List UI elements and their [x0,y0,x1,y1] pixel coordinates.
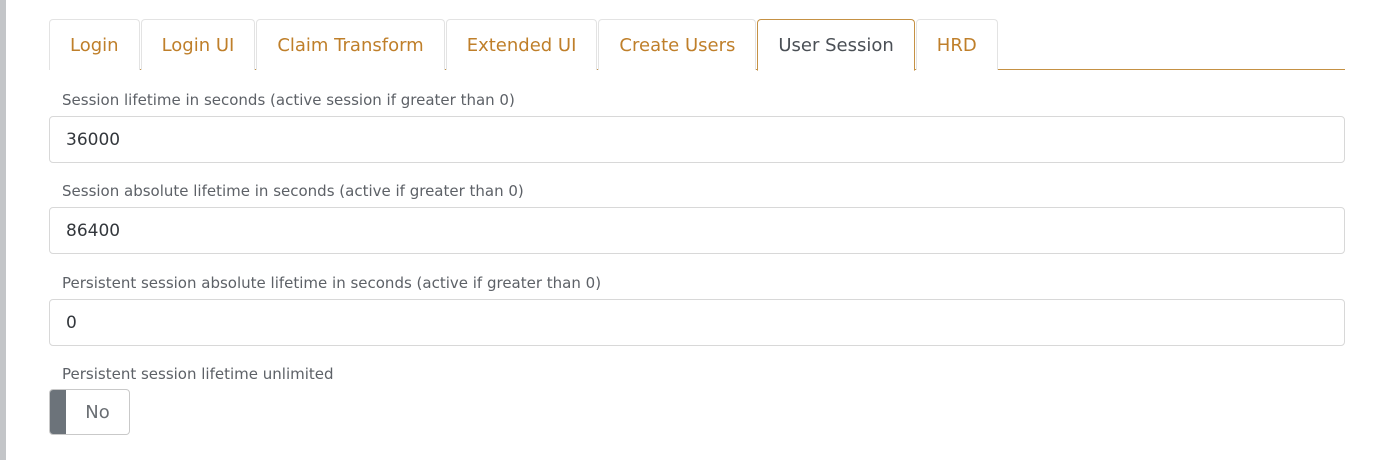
persistent-unlimited-toggle[interactable]: No [49,389,130,435]
toggle-state-label: No [85,401,110,423]
toggle-knob [50,390,66,434]
tab-hrd[interactable]: HRD [915,19,998,70]
session-lifetime-label: Session lifetime in seconds (active sess… [62,91,515,109]
tab-create-users[interactable]: Create Users [598,19,757,70]
user-session-settings-panel: Login Login UI Claim Transform Extended … [49,19,1345,435]
persistent-absolute-lifetime-group: Persistent session absolute lifetime in … [49,272,1345,346]
tab-login[interactable]: Login [49,19,140,70]
tab-user-session[interactable]: User Session [757,19,915,71]
window-frame-edge [0,0,6,460]
persistent-absolute-lifetime-label: Persistent session absolute lifetime in … [62,274,602,292]
tab-claim-transform[interactable]: Claim Transform [256,19,445,70]
tab-extended-ui[interactable]: Extended UI [445,19,598,70]
persistent-absolute-lifetime-input[interactable] [49,299,1345,346]
session-absolute-lifetime-group: Session absolute lifetime in seconds (ac… [49,180,1345,254]
session-absolute-lifetime-label: Session absolute lifetime in seconds (ac… [62,182,524,200]
session-lifetime-input[interactable] [49,116,1345,163]
persistent-unlimited-group: Persistent session lifetime unlimited No [49,363,334,435]
settings-tabs: Login Login UI Claim Transform Extended … [49,19,1345,71]
persistent-unlimited-label: Persistent session lifetime unlimited [62,365,334,383]
session-lifetime-group: Session lifetime in seconds (active sess… [49,89,1345,163]
tab-login-ui[interactable]: Login UI [140,19,256,70]
session-absolute-lifetime-input[interactable] [49,207,1345,254]
